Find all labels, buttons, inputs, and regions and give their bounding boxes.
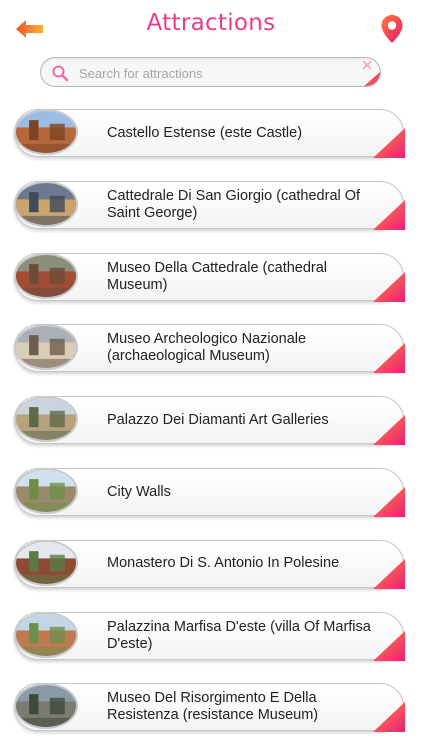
chevron-corner-icon xyxy=(373,415,405,446)
attraction-item[interactable]: Palazzo Dei Diamanti Art Galleries xyxy=(14,396,405,446)
search-icon xyxy=(52,65,69,82)
attraction-label: Castello Estense (este Castle) xyxy=(107,124,303,141)
chevron-corner-icon xyxy=(373,702,405,733)
attraction-item[interactable]: Castello Estense (este Castle) xyxy=(14,109,405,158)
chevron-corner-icon xyxy=(373,199,405,230)
attraction-thumbnail xyxy=(14,539,78,586)
attraction-label: Cattedrale Di San Giorgio (cathedral Of … xyxy=(107,187,361,221)
search-input[interactable] xyxy=(77,62,361,84)
attraction-thumbnail xyxy=(14,180,78,227)
attraction-label: Museo Archeologico Nazionale (archaeolog… xyxy=(107,331,307,365)
attraction-item[interactable]: Cattedrale Di San Giorgio (cathedral Of … xyxy=(14,180,405,230)
attraction-thumbnail xyxy=(14,109,78,155)
attraction-thumbnail xyxy=(14,324,78,371)
chevron-corner-icon xyxy=(373,271,405,302)
clear-icon[interactable] xyxy=(362,60,372,70)
attraction-label: Palazzo Dei Diamanti Art Galleries xyxy=(107,411,329,428)
attraction-thumbnail xyxy=(14,396,78,443)
attraction-thumbnail xyxy=(14,468,78,514)
attraction-label: Monastero Di S. Antonio In Polesine xyxy=(107,555,340,572)
attraction-item[interactable]: Museo Archeologico Nazionale (archaeolog… xyxy=(14,324,405,374)
chevron-corner-icon xyxy=(373,487,405,517)
chevron-corner-icon xyxy=(373,558,405,589)
attraction-item[interactable]: Palazzina Marfisa D'este (villa Of Marfi… xyxy=(14,611,405,661)
chevron-corner-icon xyxy=(373,630,405,661)
attraction-label: Palazzina Marfisa D'este (villa Of Marfi… xyxy=(107,618,371,652)
attraction-item[interactable]: Monastero Di S. Antonio In Polesine xyxy=(14,539,405,589)
search-corner-accent xyxy=(364,71,380,86)
attraction-label: Museo Della Cattedrale (cathedral Museum… xyxy=(107,259,328,293)
attraction-label: City Walls xyxy=(107,483,171,500)
search-bar xyxy=(40,57,381,87)
attraction-item[interactable]: Museo Del Risorgimento E Della Resistenz… xyxy=(14,683,405,733)
attraction-label: Museo Del Risorgimento E Della Resistenz… xyxy=(107,690,319,724)
attraction-thumbnail xyxy=(14,611,78,658)
chevron-corner-icon xyxy=(373,128,405,158)
page-title: Attractions xyxy=(146,10,276,36)
attraction-thumbnail xyxy=(14,683,78,730)
chevron-corner-icon xyxy=(373,343,405,374)
header-bar: Attractions xyxy=(0,0,422,56)
attraction-item[interactable]: City Walls xyxy=(14,468,405,517)
attraction-item[interactable]: Museo Della Cattedrale (cathedral Museum… xyxy=(14,252,405,302)
attraction-thumbnail xyxy=(14,252,78,299)
map-pin-icon[interactable] xyxy=(380,14,404,44)
